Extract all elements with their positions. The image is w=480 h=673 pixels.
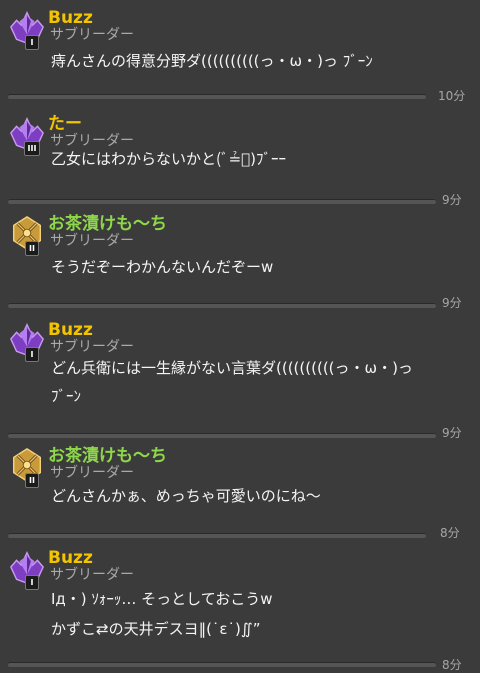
- message-line: 乙女にはわからないかと(ﾞ≟ﾞ)ﾌﾞｰｰ: [51, 150, 286, 168]
- divider: [8, 94, 426, 99]
- player-name[interactable]: お茶漬けも〜ち: [48, 214, 167, 234]
- player-name[interactable]: お茶漬けも〜ち: [48, 446, 167, 466]
- divider: [8, 662, 436, 667]
- rank-badge: I: [25, 347, 39, 362]
- message-line: かずこ⇄の天井デスヨ‖(˙ε˙)∬”: [51, 620, 261, 638]
- divider: [8, 303, 436, 308]
- timestamp: 10分: [438, 89, 466, 103]
- timestamp: 8分: [442, 658, 462, 672]
- message-line: そうだぞーわかんないんだぞーw: [51, 258, 274, 276]
- divider: [8, 533, 426, 538]
- message-line: どんさんかぁ、めっちゃ可愛いのにね〜: [51, 487, 321, 505]
- player-role: サブリーダー: [50, 27, 134, 43]
- player-name[interactable]: Buzz: [48, 8, 93, 28]
- rank-badge: I: [25, 575, 39, 590]
- message-line: Iд・) ｿｫｰｯ… そっとしておこうw: [51, 590, 273, 608]
- divider: [8, 433, 436, 438]
- timestamp: 9分: [442, 193, 462, 207]
- rank-badge: II: [25, 473, 39, 488]
- player-role: サブリーダー: [50, 465, 134, 481]
- message-line: 痔んさんの得意分野ダ((((((((((っ・ω・)っ ﾌﾞｰﾝ: [51, 52, 373, 70]
- rank-badge: I: [25, 35, 39, 50]
- divider: [8, 199, 436, 204]
- rank-badge: II: [25, 241, 39, 256]
- player-role: サブリーダー: [50, 567, 134, 583]
- message-line: どん兵衛には一生縁がない言葉ダ((((((((((っ・ω・)っ: [51, 359, 413, 377]
- player-role: サブリーダー: [50, 233, 134, 249]
- timestamp: 9分: [442, 296, 462, 310]
- timestamp: 8分: [440, 526, 460, 540]
- player-name[interactable]: Buzz: [48, 320, 93, 340]
- player-name[interactable]: Buzz: [48, 548, 93, 568]
- rank-badge: III: [24, 141, 40, 156]
- player-name[interactable]: たー: [48, 114, 82, 134]
- message-line: ﾌﾞｰﾝ: [51, 387, 82, 405]
- timestamp: 9分: [442, 426, 462, 440]
